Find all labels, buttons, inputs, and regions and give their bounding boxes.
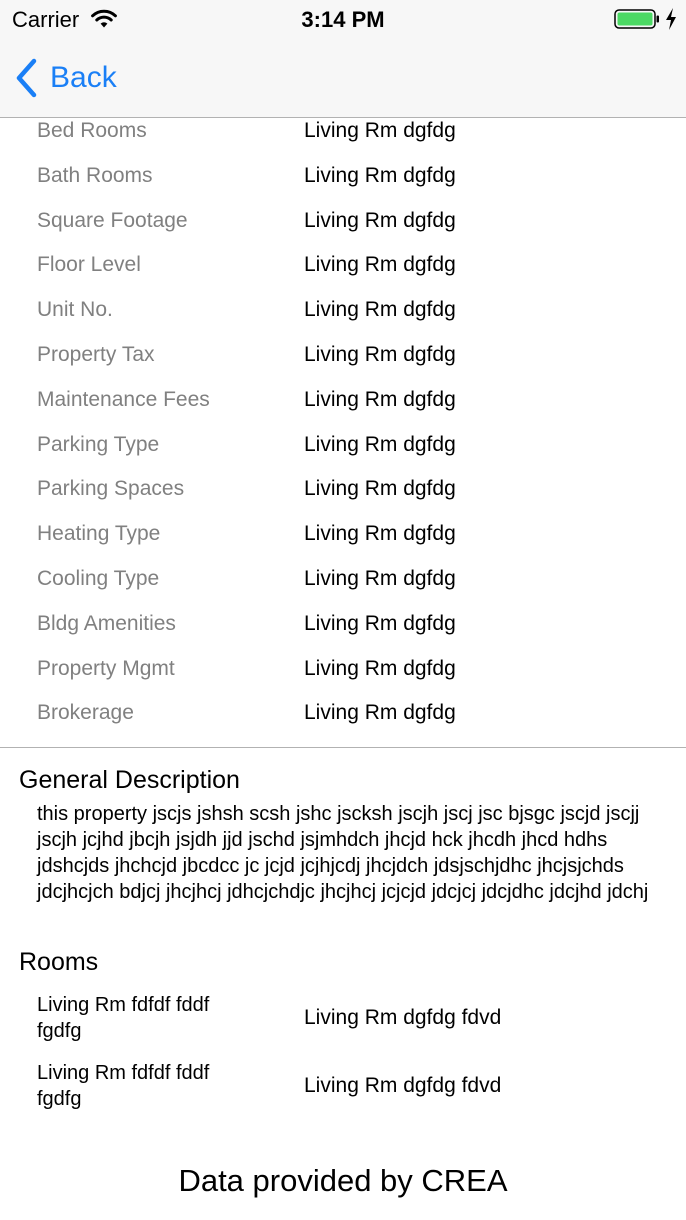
detail-label: Square Footage <box>37 208 188 232</box>
data-attribution-footer: Data provided by CREA <box>178 1163 508 1198</box>
detail-row-bath-rooms: Bath Rooms Living Rm dgfdg <box>0 154 686 199</box>
charging-bolt-icon <box>666 8 676 30</box>
detail-row-cooling-type: Cooling Type Living Rm dgfdg <box>0 557 686 602</box>
property-details-list: Bed Rooms Living Rm dgfdg Bath Rooms Liv… <box>0 109 686 736</box>
detail-value: Living Rm dgfdg <box>304 342 456 366</box>
detail-value: Living Rm dgfdg <box>304 163 456 187</box>
navigation-bar: Back <box>0 40 686 118</box>
detail-value: Living Rm dgfdg <box>304 611 456 635</box>
detail-value: Living Rm dgfdg <box>304 208 456 232</box>
room-value: Living Rm dgfdg fdvd <box>304 1074 502 1097</box>
detail-label: Parking Type <box>37 432 160 456</box>
room-row: Living Rm fdfdf fddf fgdfg Living Rm dgf… <box>0 1060 686 1120</box>
status-time: 3:14 PM <box>301 7 385 32</box>
detail-row-bldg-amenities: Bldg Amenities Living Rm dgfdg <box>0 602 686 647</box>
detail-label: Bed Rooms <box>37 119 147 142</box>
detail-label: Brokerage <box>37 701 134 725</box>
detail-value: Living Rm dgfdg <box>304 701 456 725</box>
status-bar: Carrier 3:14 PM <box>0 0 686 40</box>
rooms-title: Rooms <box>19 948 99 976</box>
section-divider <box>0 747 686 748</box>
back-button[interactable]: Back <box>14 56 117 100</box>
detail-value: Living Rm dgfdg <box>304 522 456 546</box>
general-description-title: General Description <box>19 766 240 794</box>
room-label: Living Rm fdfdf fddf fgdfg <box>37 994 210 1042</box>
detail-row-brokerage: Brokerage Living Rm dgfdg <box>0 691 686 736</box>
detail-label: Property Mgmt <box>37 656 175 680</box>
detail-label: Floor Level <box>37 253 141 277</box>
detail-row-property-mgmt: Property Mgmt Living Rm dgfdg <box>0 647 686 692</box>
detail-label: Maintenance Fees <box>37 387 210 411</box>
detail-value: Living Rm dgfdg <box>304 432 456 456</box>
detail-label: Parking Spaces <box>37 477 185 501</box>
detail-value: Living Rm dgfdg <box>304 566 456 590</box>
general-description-text: this property jscjs jshsh scsh jshc jsck… <box>37 803 649 903</box>
detail-value: Living Rm dgfdg <box>304 387 456 411</box>
detail-value: Living Rm dgfdg <box>304 477 456 501</box>
room-value: Living Rm dgfdg fdvd <box>304 1006 502 1029</box>
detail-label: Bath Rooms <box>37 163 153 187</box>
detail-row-square-footage: Square Footage Living Rm dgfdg <box>0 199 686 244</box>
room-row: Living Rm fdfdf fddf fgdfg Living Rm dgf… <box>0 992 686 1052</box>
chevron-left-icon <box>16 58 37 98</box>
detail-row-property-tax: Property Tax Living Rm dgfdg <box>0 333 686 378</box>
detail-value: Living Rm dgfdg <box>304 253 456 277</box>
detail-label: Property Tax <box>37 342 155 366</box>
detail-row-unit-no: Unit No. Living Rm dgfdg <box>0 288 686 333</box>
detail-label: Bldg Amenities <box>37 611 176 635</box>
detail-label: Unit No. <box>37 298 113 322</box>
detail-value: Living Rm dgfdg <box>304 656 456 680</box>
detail-row-parking-type: Parking Type Living Rm dgfdg <box>0 423 686 468</box>
detail-row-heating-type: Heating Type Living Rm dgfdg <box>0 512 686 557</box>
battery-icon <box>614 9 659 29</box>
back-label: Back <box>50 61 117 94</box>
detail-value: Living Rm dgfdg <box>304 119 456 142</box>
detail-value: Living Rm dgfdg <box>304 298 456 322</box>
detail-row-floor-level: Floor Level Living Rm dgfdg <box>0 243 686 288</box>
detail-row-bed-rooms: Bed Rooms Living Rm dgfdg <box>0 109 686 154</box>
room-label: Living Rm fdfdf fddf fgdfg <box>37 1062 210 1110</box>
detail-row-parking-spaces: Parking Spaces Living Rm dgfdg <box>0 467 686 512</box>
detail-row-maintenance-fees: Maintenance Fees Living Rm dgfdg <box>0 378 686 423</box>
detail-label: Heating Type <box>37 522 161 546</box>
detail-label: Cooling Type <box>37 566 160 590</box>
